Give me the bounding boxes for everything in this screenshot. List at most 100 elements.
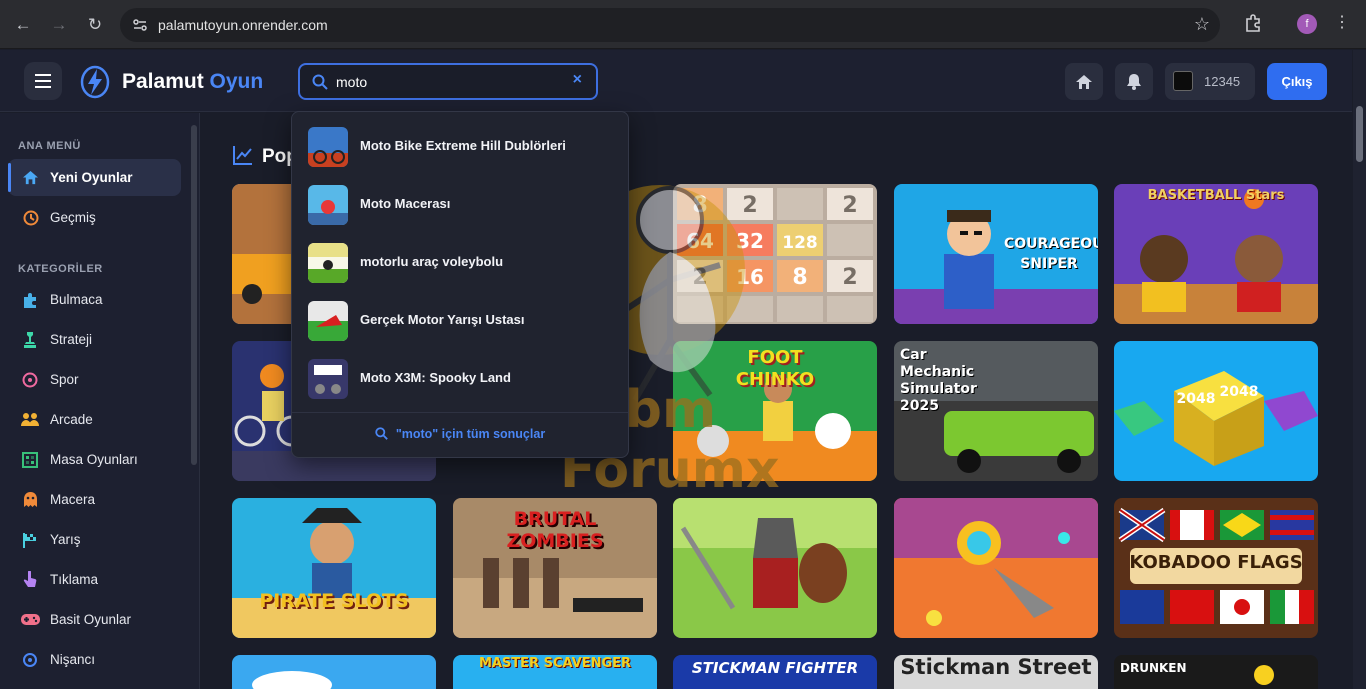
svg-text:8: 8 xyxy=(692,193,707,218)
result-label: Moto Bike Extreme Hill Dublörleri xyxy=(360,138,566,153)
extensions-icon[interactable] xyxy=(1243,13,1263,33)
game-thumbnail xyxy=(1114,184,1318,324)
search-result-item[interactable]: Moto Bike Extreme Hill Dublörleri xyxy=(293,118,629,176)
ball-icon xyxy=(20,370,40,390)
svg-text:8: 8 xyxy=(792,265,807,290)
sidebar-item-label: Yarış xyxy=(50,532,81,547)
game-title: PIRATE SLOTS xyxy=(259,590,409,612)
gamepad-icon xyxy=(20,610,40,630)
result-thumbnail xyxy=(308,301,348,341)
game-card[interactable]: Car Mechanic Simulator 2025 xyxy=(894,341,1098,481)
search-result-item[interactable]: Moto X3M: Spooky Land xyxy=(293,350,629,408)
coin-balance[interactable]: 12345 xyxy=(1165,63,1255,100)
game-card[interactable]: COURAGEOUS SNIPER xyxy=(894,184,1098,324)
search-input[interactable] xyxy=(336,71,556,93)
game-card[interactable] xyxy=(232,655,436,689)
sidebar-item-history[interactable]: Geçmiş xyxy=(8,199,181,236)
game-title: BRUTAL ZOMBIES xyxy=(506,508,604,552)
crosshair-icon xyxy=(20,650,40,670)
main-menu-heading: ANA MENÜ xyxy=(18,140,81,152)
home-button[interactable] xyxy=(1065,63,1103,100)
game-title: Car Mechanic Simulator 2025 xyxy=(900,347,977,414)
search-result-item[interactable]: Moto Macerası xyxy=(293,176,629,234)
game-card[interactable] xyxy=(894,498,1098,638)
bell-icon xyxy=(1127,74,1141,90)
sidebar-item-label: Yeni Oyunlar xyxy=(50,170,133,185)
sidebar-item-strategy[interactable]: Strateji xyxy=(8,321,181,358)
notifications-button[interactable] xyxy=(1115,63,1153,100)
sidebar-item-arcade[interactable]: Arcade xyxy=(8,401,181,438)
game-card[interactable]: MASTER SCAVENGER xyxy=(453,655,657,689)
reload-icon[interactable]: ↻ xyxy=(83,13,107,37)
sidebar-item-board-games[interactable]: Masa Oyunları xyxy=(8,441,181,478)
game-card[interactable]: BASKETBALL Stars xyxy=(1114,184,1318,324)
pointer-icon xyxy=(20,570,40,590)
game-title: KOBADOO FLAGS xyxy=(1129,552,1303,573)
svg-text:64: 64 xyxy=(686,229,714,253)
search-icon xyxy=(375,427,388,440)
bookmark-star-icon[interactable]: ☆ xyxy=(1194,14,1210,35)
game-card[interactable]: Stickman Street xyxy=(894,655,1098,689)
app-header: Palamut Oyun × 12345 Çıkış xyxy=(0,50,1352,112)
logout-button[interactable]: Çıkış xyxy=(1267,63,1327,100)
clear-search-icon[interactable]: × xyxy=(573,71,582,89)
site-info-icon[interactable] xyxy=(132,17,148,33)
game-card[interactable]: 2048 2048 xyxy=(1114,341,1318,481)
game-card[interactable]: PIRATE SLOTS xyxy=(232,498,436,638)
sidebar-item-label: Geçmiş xyxy=(50,210,96,225)
sidebar-item-label: Bulmaca xyxy=(50,292,103,307)
game-card[interactable]: 8 2 2 64 32 128 2 16 8 2 xyxy=(673,184,877,324)
svg-text:2048: 2048 xyxy=(1177,391,1216,407)
svg-text:2048: 2048 xyxy=(1220,384,1259,400)
sidebar-item-simple-games[interactable]: Basit Oyunlar xyxy=(8,601,181,638)
sidebar-item-label: Macera xyxy=(50,492,96,507)
search-result-item[interactable]: Gerçek Motor Yarışı Ustası xyxy=(293,292,629,350)
search-box[interactable]: × xyxy=(298,63,598,100)
users-icon xyxy=(20,410,40,430)
game-card[interactable]: BRUTAL ZOMBIES xyxy=(453,498,657,638)
search-result-item[interactable]: motorlu araç voleybolu xyxy=(293,234,629,292)
sidebar-item-label: Tıklama xyxy=(50,572,99,587)
search-icon xyxy=(312,74,328,90)
board-icon xyxy=(20,450,40,470)
history-icon xyxy=(20,208,40,228)
sidebar-item-label: Strateji xyxy=(50,332,93,347)
game-card[interactable] xyxy=(673,498,877,638)
browser-menu-icon[interactable]: ⋮ xyxy=(1334,12,1350,32)
back-icon[interactable]: ← xyxy=(11,13,35,37)
site-logo-text[interactable]: Palamut Oyun xyxy=(122,70,263,94)
page-scrollbar[interactable] xyxy=(1353,50,1366,689)
game-card[interactable]: STICKMAN FIGHTER xyxy=(673,655,877,689)
address-bar[interactable]: palamutoyun.onrender.com ☆ xyxy=(120,8,1220,42)
sidebar-item-adventure[interactable]: Macera xyxy=(8,481,181,518)
svg-text:32: 32 xyxy=(736,229,764,253)
sidebar: ANA MENÜ Yeni Oyunlar Geçmiş KATEGORİLER… xyxy=(0,113,200,689)
game-thumbnail xyxy=(894,498,1098,638)
search-results-dropdown: Moto Bike Extreme Hill Dublörleri Moto M… xyxy=(291,111,629,458)
svg-text:16: 16 xyxy=(736,265,764,289)
game-thumbnail: 8 2 2 64 32 128 2 16 8 2 xyxy=(673,184,877,324)
game-card[interactable]: DRUNKEN xyxy=(1114,655,1318,689)
result-thumbnail xyxy=(308,243,348,283)
ghost-icon xyxy=(20,490,40,510)
sidebar-item-new-games[interactable]: Yeni Oyunlar xyxy=(8,159,181,196)
sidebar-item-racing[interactable]: Yarış xyxy=(8,521,181,558)
sidebar-scrollbar[interactable] xyxy=(191,125,197,465)
profile-avatar[interactable]: f xyxy=(1297,14,1317,34)
sidebar-item-clicker[interactable]: Tıklama xyxy=(8,561,181,598)
all-results-link[interactable]: "moto" için tüm sonuçlar xyxy=(292,412,628,454)
sidebar-item-puzzle[interactable]: Bulmaca xyxy=(8,281,181,318)
sidebar-item-sports[interactable]: Spor xyxy=(8,361,181,398)
menu-toggle-button[interactable] xyxy=(24,62,62,100)
sidebar-item-shooter[interactable]: Nişancı xyxy=(8,641,181,678)
forward-icon[interactable]: → xyxy=(47,13,71,37)
game-thumbnail xyxy=(232,498,436,638)
scrollbar-thumb[interactable] xyxy=(1356,106,1363,162)
game-card[interactable]: KOBADOO FLAGS xyxy=(1114,498,1318,638)
game-title: DRUNKEN xyxy=(1120,661,1187,675)
chess-icon xyxy=(20,330,40,350)
bolt-logo-icon[interactable] xyxy=(80,65,110,99)
result-thumbnail xyxy=(308,185,348,225)
svg-text:2: 2 xyxy=(842,265,857,290)
flag-icon xyxy=(20,530,40,550)
